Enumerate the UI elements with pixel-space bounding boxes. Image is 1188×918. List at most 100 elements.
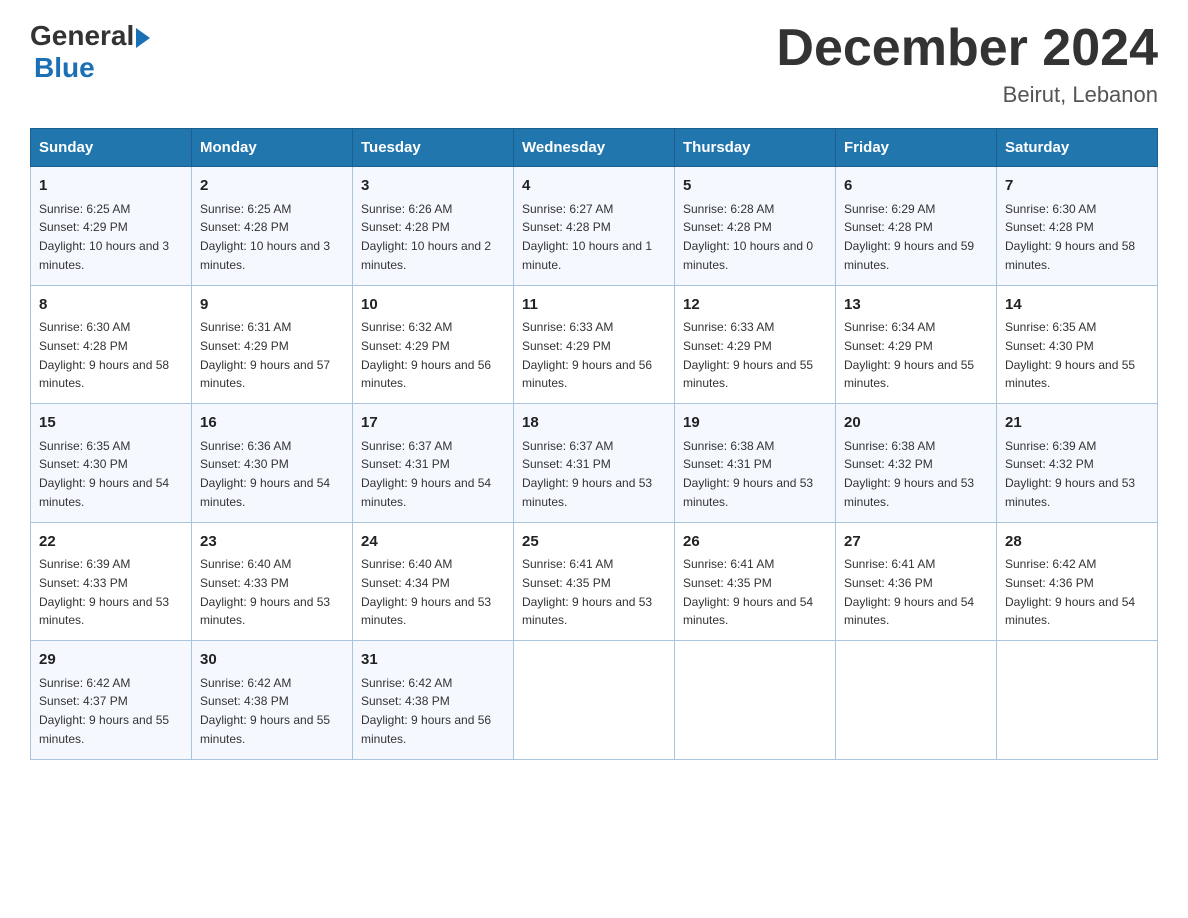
day-number: 19 [683,412,827,435]
day-info: Sunrise: 6:27 AMSunset: 4:28 PMDaylight:… [522,202,652,272]
day-number: 28 [1005,531,1149,554]
calendar-day-cell: 8 Sunrise: 6:30 AMSunset: 4:28 PMDaylight… [31,285,192,404]
day-number: 15 [39,412,183,435]
day-number: 4 [522,175,666,198]
day-info: Sunrise: 6:30 AMSunset: 4:28 PMDaylight:… [39,320,169,390]
calendar-day-cell: 21Sunrise: 6:39 AMSunset: 4:32 PMDayligh… [997,404,1158,523]
calendar-day-cell: 5 Sunrise: 6:28 AMSunset: 4:28 PMDaylight… [675,167,836,286]
calendar-week-row: 8 Sunrise: 6:30 AMSunset: 4:28 PMDaylight… [31,285,1158,404]
calendar-day-cell: 28 Sunrise: 6:42 AMSunset: 4:36 PMDayligh… [997,522,1158,641]
day-info: Sunrise: 6:42 AMSunset: 4:38 PMDaylight:… [361,676,491,746]
calendar-day-cell: 18Sunrise: 6:37 AMSunset: 4:31 PMDayligh… [514,404,675,523]
day-number: 26 [683,531,827,554]
day-info: Sunrise: 6:41 AMSunset: 4:36 PMDaylight:… [844,557,974,627]
calendar-day-cell [997,641,1158,760]
calendar-day-cell: 29 Sunrise: 6:42 AMSunset: 4:37 PMDayligh… [31,641,192,760]
calendar-day-cell: 12Sunrise: 6:33 AMSunset: 4:29 PMDayligh… [675,285,836,404]
day-info: Sunrise: 6:39 AMSunset: 4:33 PMDaylight:… [39,557,169,627]
day-number: 3 [361,175,505,198]
day-number: 22 [39,531,183,554]
calendar-day-cell [514,641,675,760]
location-title: Beirut, Lebanon [776,82,1158,108]
day-info: Sunrise: 6:25 AMSunset: 4:29 PMDaylight:… [39,202,169,272]
calendar-day-cell: 15 Sunrise: 6:35 AMSunset: 4:30 PMDayligh… [31,404,192,523]
day-info: Sunrise: 6:33 AMSunset: 4:29 PMDaylight:… [683,320,813,390]
calendar-day-cell: 4 Sunrise: 6:27 AMSunset: 4:28 PMDaylight… [514,167,675,286]
day-number: 29 [39,649,183,672]
day-info: Sunrise: 6:32 AMSunset: 4:29 PMDaylight:… [361,320,491,390]
calendar-week-row: 15 Sunrise: 6:35 AMSunset: 4:30 PMDayligh… [31,404,1158,523]
day-info: Sunrise: 6:36 AMSunset: 4:30 PMDaylight:… [200,439,330,509]
calendar-week-row: 1 Sunrise: 6:25 AMSunset: 4:29 PMDaylight… [31,167,1158,286]
weekday-header-cell: Sunday [31,129,192,167]
day-info: Sunrise: 6:35 AMSunset: 4:30 PMDaylight:… [39,439,169,509]
logo-arrow-icon [136,28,150,48]
day-info: Sunrise: 6:25 AMSunset: 4:28 PMDaylight:… [200,202,330,272]
weekday-header-cell: Monday [192,129,353,167]
day-number: 14 [1005,294,1149,317]
page-header: General Blue December 2024 Beirut, Leban… [30,20,1158,108]
weekday-header-cell: Tuesday [353,129,514,167]
day-number: 5 [683,175,827,198]
calendar-day-cell: 13Sunrise: 6:34 AMSunset: 4:29 PMDayligh… [836,285,997,404]
calendar-day-cell: 25 Sunrise: 6:41 AMSunset: 4:35 PMDayligh… [514,522,675,641]
day-info: Sunrise: 6:40 AMSunset: 4:33 PMDaylight:… [200,557,330,627]
calendar-day-cell: 14 Sunrise: 6:35 AMSunset: 4:30 PMDayligh… [997,285,1158,404]
day-info: Sunrise: 6:41 AMSunset: 4:35 PMDaylight:… [522,557,652,627]
calendar-day-cell: 11Sunrise: 6:33 AMSunset: 4:29 PMDayligh… [514,285,675,404]
day-info: Sunrise: 6:30 AMSunset: 4:28 PMDaylight:… [1005,202,1135,272]
logo-blue-text: Blue [34,52,95,84]
title-block: December 2024 Beirut, Lebanon [776,20,1158,108]
logo-general-text: General [30,20,134,52]
day-number: 8 [39,294,183,317]
calendar-day-cell: 19 Sunrise: 6:38 AMSunset: 4:31 PMDayligh… [675,404,836,523]
day-number: 10 [361,294,505,317]
calendar-day-cell: 26 Sunrise: 6:41 AMSunset: 4:35 PMDayligh… [675,522,836,641]
calendar-day-cell: 22 Sunrise: 6:39 AMSunset: 4:33 PMDayligh… [31,522,192,641]
calendar-day-cell: 1 Sunrise: 6:25 AMSunset: 4:29 PMDaylight… [31,167,192,286]
day-info: Sunrise: 6:26 AMSunset: 4:28 PMDaylight:… [361,202,491,272]
day-number: 24 [361,531,505,554]
calendar-day-cell: 24 Sunrise: 6:40 AMSunset: 4:34 PMDayligh… [353,522,514,641]
calendar-day-cell: 27 Sunrise: 6:41 AMSunset: 4:36 PMDayligh… [836,522,997,641]
calendar-day-cell: 3 Sunrise: 6:26 AMSunset: 4:28 PMDaylight… [353,167,514,286]
day-info: Sunrise: 6:39 AMSunset: 4:32 PMDaylight:… [1005,439,1135,509]
day-number: 25 [522,531,666,554]
day-info: Sunrise: 6:33 AMSunset: 4:29 PMDaylight:… [522,320,652,390]
day-info: Sunrise: 6:42 AMSunset: 4:37 PMDaylight:… [39,676,169,746]
calendar-body: 1 Sunrise: 6:25 AMSunset: 4:29 PMDaylight… [31,167,1158,760]
weekday-header-cell: Wednesday [514,129,675,167]
day-info: Sunrise: 6:37 AMSunset: 4:31 PMDaylight:… [361,439,491,509]
calendar-week-row: 22 Sunrise: 6:39 AMSunset: 4:33 PMDayligh… [31,522,1158,641]
calendar-day-cell [836,641,997,760]
day-number: 6 [844,175,988,198]
day-info: Sunrise: 6:38 AMSunset: 4:32 PMDaylight:… [844,439,974,509]
calendar-table: SundayMondayTuesdayWednesdayThursdayFrid… [30,128,1158,760]
day-number: 2 [200,175,344,198]
day-info: Sunrise: 6:35 AMSunset: 4:30 PMDaylight:… [1005,320,1135,390]
day-info: Sunrise: 6:40 AMSunset: 4:34 PMDaylight:… [361,557,491,627]
day-info: Sunrise: 6:41 AMSunset: 4:35 PMDaylight:… [683,557,813,627]
weekday-header-cell: Thursday [675,129,836,167]
day-info: Sunrise: 6:28 AMSunset: 4:28 PMDaylight:… [683,202,813,272]
calendar-day-cell: 2 Sunrise: 6:25 AMSunset: 4:28 PMDaylight… [192,167,353,286]
calendar-day-cell [675,641,836,760]
day-info: Sunrise: 6:38 AMSunset: 4:31 PMDaylight:… [683,439,813,509]
weekday-header-cell: Saturday [997,129,1158,167]
calendar-day-cell: 9Sunrise: 6:31 AMSunset: 4:29 PMDaylight… [192,285,353,404]
day-info: Sunrise: 6:31 AMSunset: 4:29 PMDaylight:… [200,320,330,390]
calendar-day-cell: 23 Sunrise: 6:40 AMSunset: 4:33 PMDayligh… [192,522,353,641]
day-number: 1 [39,175,183,198]
day-number: 23 [200,531,344,554]
calendar-day-cell: 6Sunrise: 6:29 AMSunset: 4:28 PMDaylight… [836,167,997,286]
weekday-header-cell: Friday [836,129,997,167]
calendar-day-cell: 7Sunrise: 6:30 AMSunset: 4:28 PMDaylight… [997,167,1158,286]
day-info: Sunrise: 6:42 AMSunset: 4:36 PMDaylight:… [1005,557,1135,627]
day-info: Sunrise: 6:42 AMSunset: 4:38 PMDaylight:… [200,676,330,746]
calendar-day-cell: 17 Sunrise: 6:37 AMSunset: 4:31 PMDayligh… [353,404,514,523]
calendar-week-row: 29 Sunrise: 6:42 AMSunset: 4:37 PMDayligh… [31,641,1158,760]
day-number: 31 [361,649,505,672]
day-number: 17 [361,412,505,435]
day-number: 30 [200,649,344,672]
day-number: 27 [844,531,988,554]
